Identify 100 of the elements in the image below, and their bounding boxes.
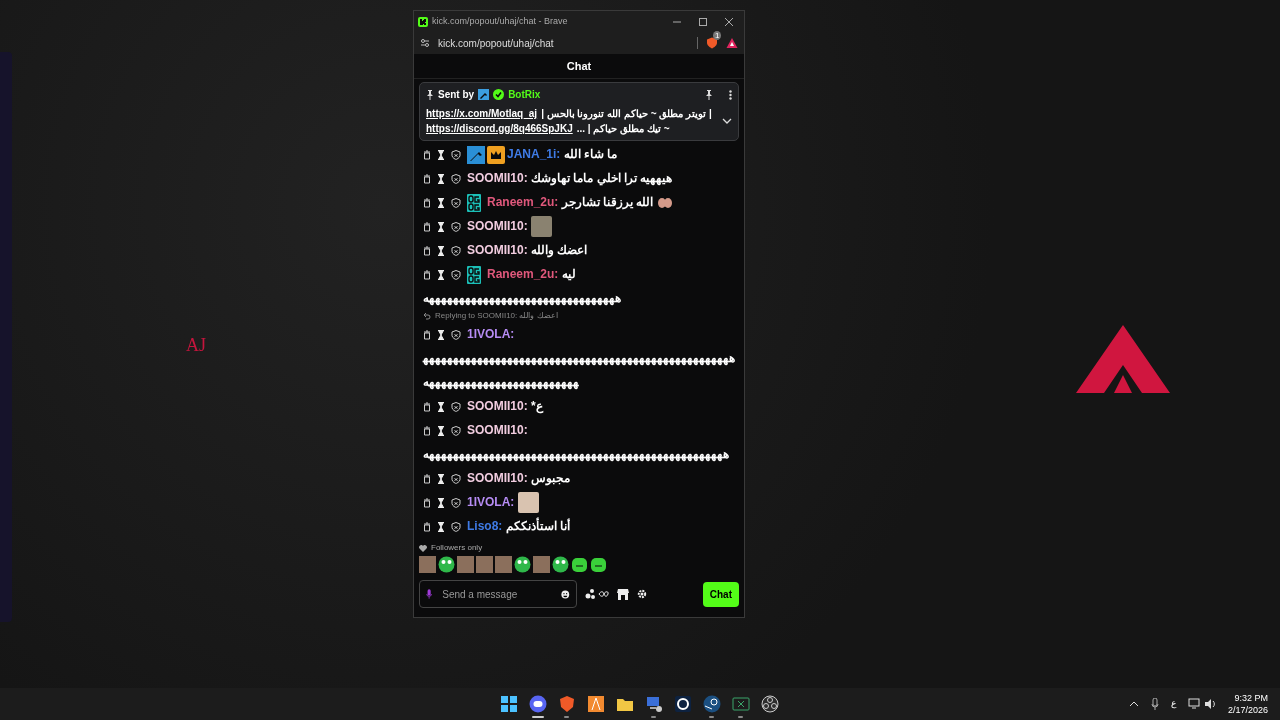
network-icon[interactable] (1187, 698, 1200, 710)
username[interactable]: SOOMII10: (467, 243, 528, 257)
blob-emote-icon[interactable] (571, 556, 588, 573)
message-text: هيههيه ترا اخلي ماما تهاوشك (531, 171, 673, 185)
computer-app-icon[interactable] (644, 695, 663, 713)
username[interactable]: Raneem_2u: (487, 267, 559, 281)
keyboard-language[interactable]: ع (1170, 697, 1176, 711)
hourglass-icon[interactable] (437, 497, 445, 508)
crown-badge-icon (487, 145, 505, 164)
shield-icon[interactable] (451, 425, 461, 436)
message-text: ههههههههههههههههههههههههههههههههه (423, 290, 622, 307)
hourglass-icon[interactable] (437, 473, 445, 484)
hourglass-icon[interactable] (437, 173, 445, 184)
settings-icon[interactable] (637, 589, 647, 599)
message-input-field[interactable]: Send a message (440, 585, 554, 603)
username[interactable]: JANA_1i: (507, 147, 561, 161)
circle-app-icon[interactable] (760, 695, 779, 713)
shield-icon[interactable] (451, 401, 461, 412)
shield-icon[interactable] (706, 37, 718, 49)
blob-emote-icon[interactable] (590, 556, 607, 573)
username[interactable]: 1IVOLA: (467, 495, 515, 509)
microphone-icon[interactable] (1150, 698, 1159, 710)
chevron-up-icon[interactable] (1128, 701, 1139, 707)
more-options-icon[interactable] (729, 89, 732, 100)
username[interactable]: SOOMII10: (467, 399, 528, 413)
emoji-icon[interactable] (561, 588, 570, 600)
shield-icon[interactable] (451, 221, 461, 232)
username[interactable]: SOOMII10: (467, 471, 528, 485)
hourglass-icon[interactable] (437, 149, 445, 160)
close-icon[interactable] (724, 16, 734, 27)
address-bar[interactable]: kick.com/popout/uhaj/chat (438, 35, 554, 51)
hourglass-icon[interactable] (437, 329, 445, 340)
hourglass-icon[interactable] (437, 521, 445, 532)
trash-icon[interactable] (423, 245, 431, 256)
letter-a-app-icon[interactable] (586, 695, 605, 713)
trash-icon[interactable] (423, 521, 431, 532)
window-title: kick.com/popout/uhaj/chat - Brave (432, 14, 568, 28)
hourglass-icon[interactable] (437, 221, 445, 232)
shield-icon[interactable] (451, 269, 461, 280)
microphone-icon[interactable] (426, 588, 433, 600)
bot-avatar-icon (478, 89, 490, 100)
x-app-icon[interactable] (731, 695, 750, 713)
hourglass-icon[interactable] (437, 425, 445, 436)
clock-date[interactable]: 2/17/2026 (1227, 704, 1268, 716)
pin-icon[interactable] (705, 89, 713, 100)
verified-icon (493, 89, 505, 100)
trash-icon[interactable] (423, 197, 431, 208)
message-text: ما شاء الله (563, 147, 618, 161)
username[interactable]: Liso8: (467, 519, 503, 533)
chevron-down-icon[interactable] (722, 118, 732, 124)
username[interactable]: SOOMII10: (467, 219, 528, 233)
username[interactable]: Raneem_2u: (487, 195, 559, 209)
send-chat-button[interactable]: Chat (702, 581, 739, 607)
shield-icon[interactable] (451, 329, 461, 340)
trash-icon[interactable] (423, 425, 431, 436)
start-icon[interactable] (499, 695, 518, 713)
username[interactable]: SOOMII10: (467, 171, 528, 185)
message-composer[interactable]: Send a message (419, 580, 577, 608)
clock-time[interactable]: 9:32 PM (1227, 692, 1268, 704)
frog-emote-icon[interactable] (438, 556, 455, 573)
frog-emote-icon[interactable] (514, 556, 531, 573)
shield-icon[interactable] (451, 149, 461, 160)
trash-icon[interactable] (423, 497, 431, 508)
trash-icon[interactable] (423, 473, 431, 484)
trash-icon[interactable] (423, 329, 431, 340)
dots-infinity-icon[interactable] (585, 588, 609, 600)
emote-image (531, 216, 553, 238)
pinned-text: ~ تيك مطلق حياكم | ... (576, 122, 670, 136)
shield-icon[interactable] (451, 197, 461, 208)
frog-emote-icon[interactable] (552, 556, 569, 573)
site-settings-icon[interactable] (420, 38, 430, 48)
store-icon[interactable] (617, 588, 629, 600)
pinned-link[interactable]: https://discord.gg/8q466SpJKJ (426, 121, 573, 136)
trash-icon[interactable] (423, 221, 431, 232)
og-badge-icon (467, 193, 481, 212)
shield-icon[interactable] (451, 245, 461, 256)
sent-by-label: Sent by (438, 88, 475, 102)
pinned-text: | تويتر مطلق ~ حياكم الله تنورونا بالحس | (541, 107, 712, 121)
maximize-icon[interactable] (698, 16, 708, 27)
message-text: اعضك والله (531, 243, 588, 257)
shield-icon[interactable] (451, 173, 461, 184)
hourglass-icon[interactable] (437, 245, 445, 256)
trash-icon[interactable] (423, 173, 431, 184)
shield-icon[interactable] (451, 497, 461, 508)
trash-icon[interactable] (423, 269, 431, 280)
message-text: مجبوس (531, 471, 571, 485)
shield-icon[interactable] (451, 473, 461, 484)
triangle-icon[interactable] (726, 37, 738, 49)
username[interactable]: SOOMII10: (467, 423, 528, 437)
pinned-link[interactable]: https://x.com/Motlaq_aj (426, 106, 538, 121)
chat-mode-label: Followers only (431, 542, 483, 554)
shield-icon[interactable] (451, 521, 461, 532)
hourglass-icon[interactable] (437, 401, 445, 412)
trash-icon[interactable] (423, 401, 431, 412)
speaker-icon[interactable] (1203, 698, 1216, 710)
emote-image (517, 492, 539, 514)
username[interactable]: 1IVOLA: (467, 327, 515, 341)
trash-icon[interactable] (423, 149, 431, 160)
hourglass-icon[interactable] (437, 269, 445, 280)
hourglass-icon[interactable] (437, 197, 445, 208)
